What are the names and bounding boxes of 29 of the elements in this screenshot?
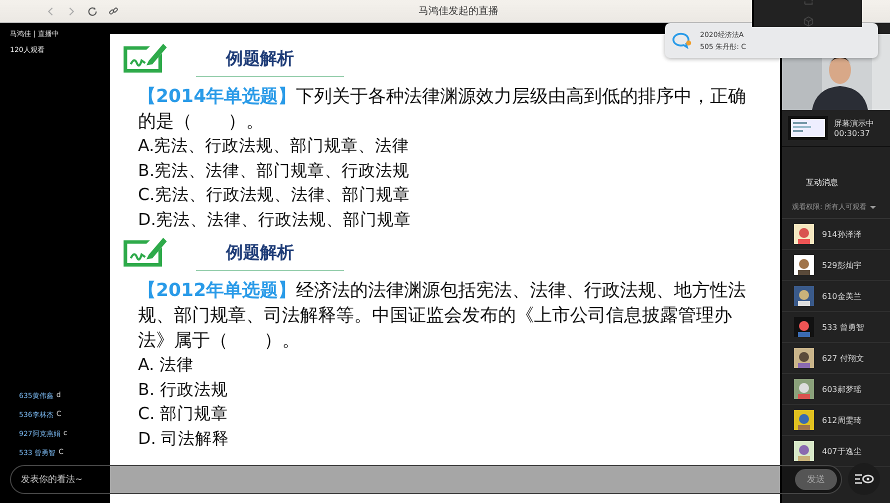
member-item[interactable]: 914孙泽泽 bbox=[782, 219, 890, 250]
member-item[interactable]: 603郝梦瑶 bbox=[782, 374, 890, 405]
answer-option: D.宪法、法律、行政法规、部门规章 bbox=[138, 208, 780, 232]
answer-option: C.宪法、行政法规、法律、部门规章 bbox=[138, 183, 780, 208]
member-item[interactable]: 610金美兰 bbox=[782, 281, 890, 312]
member-item[interactable]: 529彭灿宇 bbox=[782, 250, 890, 281]
window-title: 马鸿佳发起的直播 bbox=[418, 4, 498, 18]
member-item[interactable]: 627 付翔文 bbox=[782, 343, 890, 374]
answer-option: C. 部门规章 bbox=[138, 402, 780, 426]
answer-option: A. 法律 bbox=[138, 353, 780, 378]
eye-icon bbox=[854, 472, 874, 486]
chat-bubble-icon bbox=[672, 32, 692, 49]
answer-option: D. 司法解释 bbox=[138, 426, 780, 451]
member-item[interactable]: 612周雯琦 bbox=[782, 405, 890, 436]
comment-field[interactable]: 发表你的看法~ bbox=[11, 474, 223, 486]
answer-option: A.宪法、行政法规、部门规章、法律 bbox=[138, 134, 780, 158]
link-icon[interactable] bbox=[108, 6, 119, 16]
answer-option: B.宪法、法律、部门规章、行政法规 bbox=[138, 158, 780, 183]
dropdown-icon[interactable] bbox=[870, 206, 876, 208]
member-item[interactable]: 533 曾勇智 bbox=[782, 312, 890, 343]
section-heading: 例题解析 bbox=[196, 47, 344, 77]
screen-share-status: 屏幕演示中 bbox=[834, 118, 874, 129]
tab[interactable]: 互动消息 bbox=[806, 173, 838, 192]
share-duration: 00:30:37 bbox=[834, 129, 871, 138]
refresh-icon[interactable] bbox=[87, 6, 98, 16]
question-text: 【2014年单选题】下列关于各种法律渊源效力层级由高到低的排序中，正确的是（ ）。 bbox=[138, 85, 748, 134]
question-text: 【2012年单选题】经济法的法律渊源包括宪法、法律、行政法规、地方性法规、部门规章、司法解释等。中国证监会发布的《上市公司信息披露管理办法》属于（ ）。 bbox=[138, 279, 748, 353]
answer-option: B. 行政法规 bbox=[138, 378, 780, 402]
section-heading: 例题解析 bbox=[196, 241, 344, 271]
